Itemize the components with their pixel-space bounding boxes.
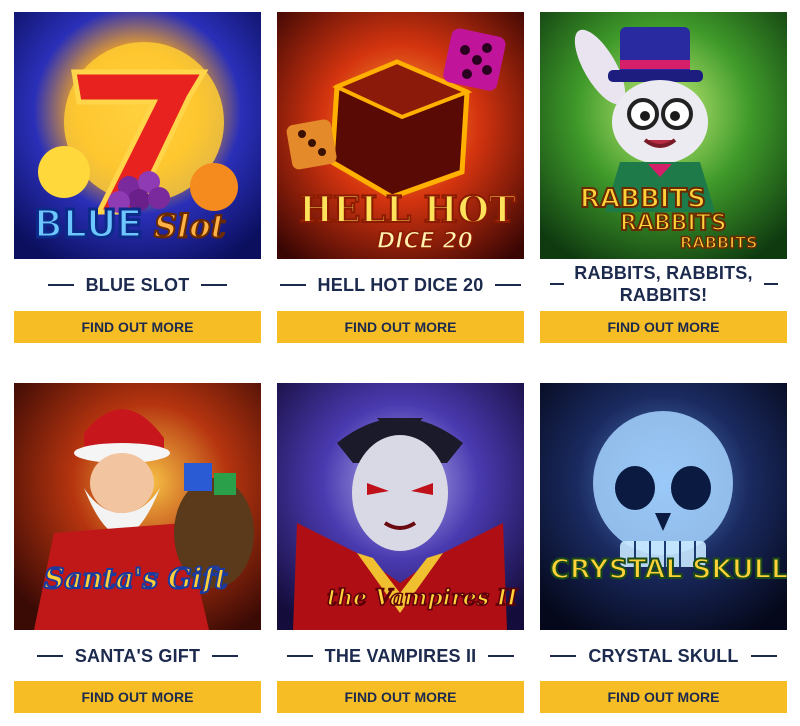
- hell-hot-dice-artwork: HELL HOT DICE 20: [277, 12, 524, 259]
- find-out-more-button[interactable]: FIND OUT MORE: [14, 681, 261, 713]
- game-title: CRYSTAL SKULL: [588, 646, 739, 666]
- game-title-row: CRYSTAL SKULL: [540, 645, 787, 667]
- game-title-row: RABBITS, RABBITS, RABBITS!: [540, 262, 787, 306]
- game-title-row: SANTA'S GIFT: [14, 645, 261, 667]
- hell-hot-logo: HELL HOT: [299, 189, 516, 231]
- game-title-row: BLUE SLOT: [14, 274, 261, 296]
- find-out-more-button[interactable]: FIND OUT MORE: [14, 311, 261, 343]
- santas-gift-artwork: Santa's Gift: [14, 383, 261, 630]
- title-dash-right: [212, 655, 239, 657]
- find-out-more-button[interactable]: FIND OUT MORE: [277, 681, 524, 713]
- title-dash-right: [495, 284, 522, 286]
- crystal-skull-logo: CRYSTAL SKULL: [550, 554, 787, 585]
- game-thumbnail-hell-hot-dice-20[interactable]: HELL HOT DICE 20: [277, 12, 524, 259]
- blue-slot-logo: BLUE: [34, 202, 143, 246]
- find-out-more-button[interactable]: FIND OUT MORE: [540, 681, 787, 713]
- rabbits-logo-3: RABBITS: [680, 233, 757, 252]
- title-dash-left: [36, 655, 63, 657]
- title-dash-right: [750, 655, 777, 657]
- vampires-logo: the Vampires II: [327, 585, 518, 611]
- santas-gift-logo: Santa's Gift: [44, 562, 227, 595]
- rabbits-artwork: RABBITS RABBITS RABBITS: [540, 12, 787, 259]
- game-thumbnail-blue-slot[interactable]: BLUE Slot: [14, 12, 261, 259]
- game-title: SANTA'S GIFT: [74, 646, 201, 666]
- title-dash-right: [488, 655, 515, 657]
- blue-slot-logo-script: Slot: [154, 207, 226, 245]
- game-title-row: HELL HOT DICE 20: [277, 274, 524, 296]
- rabbits-logo-1: RABBITS: [580, 184, 706, 214]
- game-thumbnail-rabbits[interactable]: RABBITS RABBITS RABBITS: [540, 12, 787, 259]
- title-dash-left: [279, 284, 306, 286]
- title-dash-left: [550, 655, 577, 657]
- dice-20-logo: DICE 20: [377, 229, 473, 254]
- title-dash-left: [286, 655, 313, 657]
- title-dash-right: [763, 283, 778, 285]
- game-thumbnail-santas-gift[interactable]: Santa's Gift: [14, 383, 261, 630]
- title-dash-left: [47, 284, 74, 286]
- game-thumbnail-crystal-skull[interactable]: CRYSTAL SKULL: [540, 383, 787, 630]
- find-out-more-button[interactable]: FIND OUT MORE: [540, 311, 787, 343]
- find-out-more-button[interactable]: FIND OUT MORE: [277, 311, 524, 343]
- game-title: HELL HOT DICE 20: [317, 275, 484, 295]
- vampires-artwork: the Vampires II: [277, 383, 524, 630]
- blue-slot-artwork: BLUE Slot: [14, 12, 261, 259]
- crystal-skull-artwork: CRYSTAL SKULL: [540, 383, 787, 630]
- game-title-row: THE VAMPIRES II: [277, 645, 524, 667]
- title-dash-right: [201, 284, 228, 286]
- game-title: RABBITS, RABBITS, RABBITS!: [574, 263, 753, 305]
- game-title: THE VAMPIRES II: [324, 646, 477, 666]
- game-title: BLUE SLOT: [85, 275, 190, 295]
- title-dash-left: [549, 283, 564, 285]
- game-thumbnail-the-vampires-ii[interactable]: the Vampires II: [277, 383, 524, 630]
